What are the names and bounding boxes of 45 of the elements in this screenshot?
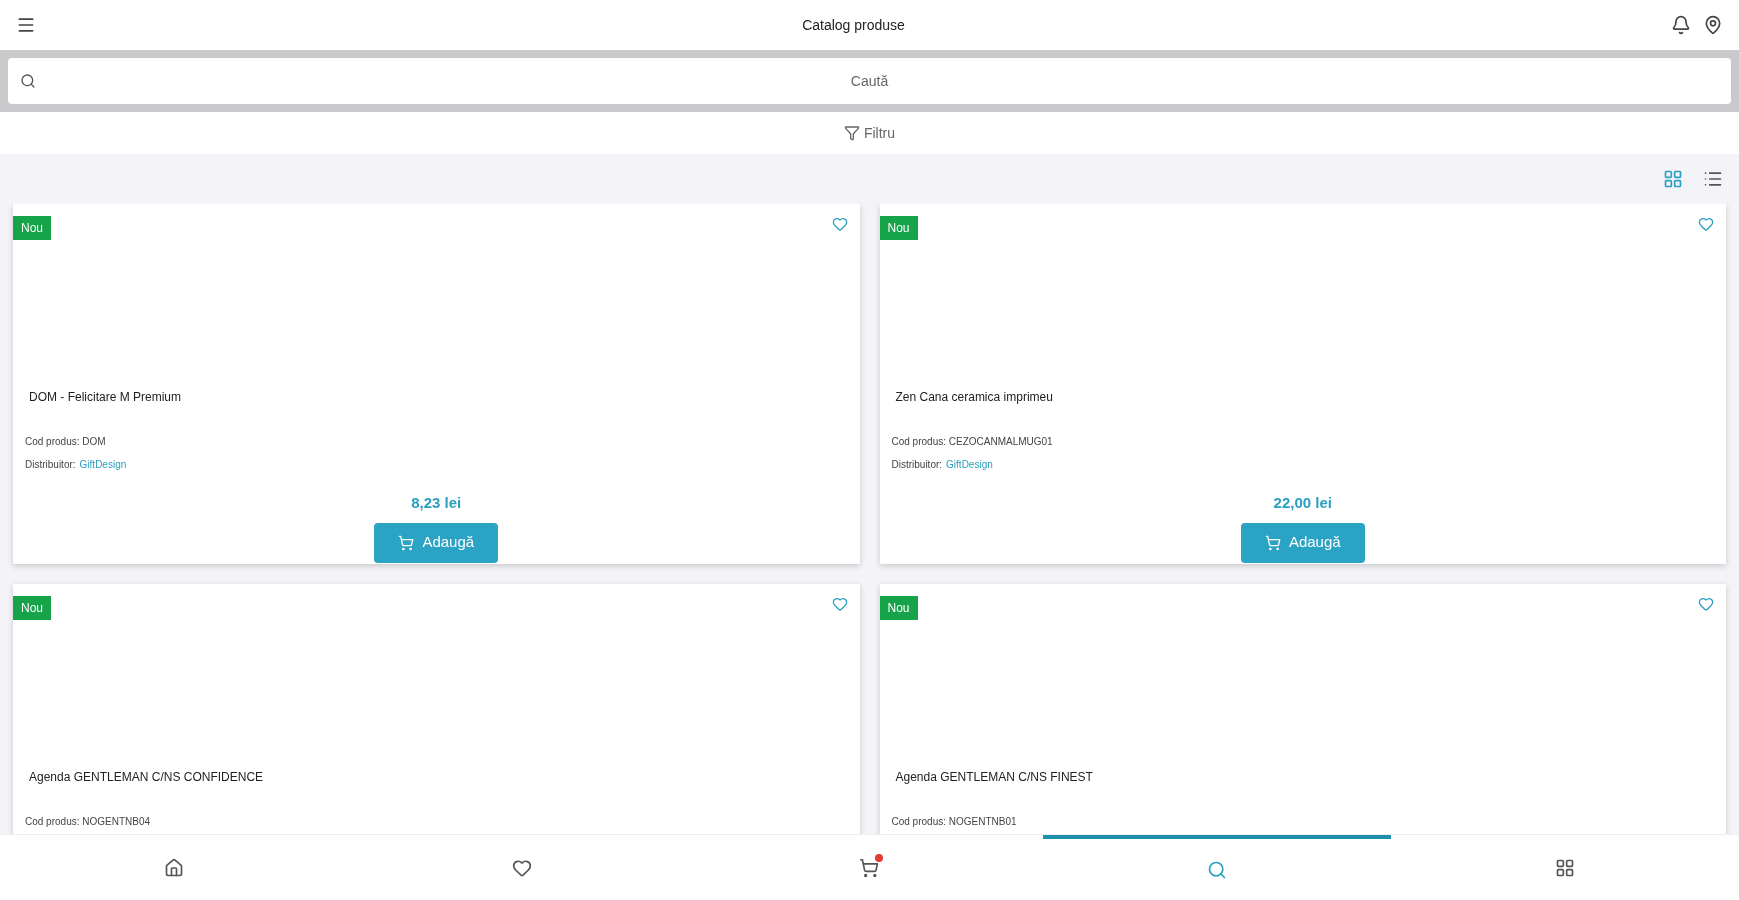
- product-card[interactable]: Nou Agenda GENTLEMAN C/NS CONFIDENCE Cod produs: NOGENTNB04: [13, 584, 860, 834]
- distributor-label: Distribuitor:: [25, 458, 76, 472]
- product-name: DOM - Felicitare M Premium: [28, 389, 182, 406]
- menu-button[interactable]: [16, 15, 36, 35]
- product-price: 22,00 lei: [1273, 493, 1332, 513]
- heart-icon: [511, 857, 532, 878]
- distributor-link[interactable]: GiftDesign: [946, 457, 993, 472]
- cart-icon: [398, 534, 415, 551]
- new-badge: Nou: [13, 596, 51, 620]
- favorite-button[interactable]: [1698, 596, 1714, 612]
- location-button[interactable]: [1703, 15, 1723, 35]
- favorite-button[interactable]: [831, 216, 848, 232]
- product-card[interactable]: Nou DOM - Felicitare M Premium Cod produs: DOM Distribuitor: GiftDesign 8,23 lei Adaugă: [13, 204, 860, 564]
- grid-view-button[interactable]: [1663, 169, 1683, 189]
- product-code: Cod produs: NOGENTNB01: [891, 815, 1018, 829]
- search-icon: [1207, 859, 1228, 880]
- cart-icon: [1264, 534, 1281, 551]
- new-badge: Nou: [879, 216, 918, 240]
- distributor-label: Distribuitor:: [891, 458, 943, 472]
- product-name: Agenda GENTLEMAN C/NS FINEST: [894, 769, 1094, 786]
- add-button[interactable]: Adaugă: [374, 522, 499, 563]
- notifications-button[interactable]: [1671, 15, 1691, 35]
- favorite-button[interactable]: [1698, 216, 1714, 232]
- search-icon: [20, 73, 36, 89]
- product-name: Agenda GENTLEMAN C/NS CONFIDENCE: [28, 769, 265, 786]
- product-card[interactable]: Nou Zen Cana ceramica imprimeu Cod produs: CEZOCANMALMUG01 Distribuitor: GiftDesign 22,00 lei Adaugă: [879, 204, 1726, 564]
- product-code: Cod produs: DOM: [25, 435, 107, 449]
- filter-icon: [843, 125, 860, 141]
- product-price: 8,23 lei: [411, 493, 462, 513]
- product-code: Cod produs: CEZOCANMALMUG01: [891, 435, 1054, 449]
- filter-button[interactable]: Filtru: [843, 122, 896, 144]
- product-card[interactable]: Nou Agenda GENTLEMAN C/NS FINEST Cod produs: NOGENTNB01: [879, 584, 1726, 834]
- cart-icon: [859, 857, 880, 878]
- home-icon: [163, 857, 184, 878]
- product-code: Cod produs: NOGENTNB04: [25, 815, 152, 829]
- new-badge: Nou: [13, 216, 51, 240]
- grid-icon: [1555, 857, 1576, 878]
- page-title: Catalog produse: [801, 15, 906, 35]
- add-button[interactable]: Adaugă: [1240, 522, 1365, 563]
- search-field[interactable]: Caută: [8, 58, 1731, 104]
- favorite-button[interactable]: [831, 596, 848, 612]
- product-name: Zen Cana ceramica imprimeu: [894, 389, 1054, 406]
- list-view-button[interactable]: [1703, 169, 1723, 189]
- distributor-link[interactable]: GiftDesign: [79, 457, 127, 472]
- new-badge: Nou: [879, 596, 918, 620]
